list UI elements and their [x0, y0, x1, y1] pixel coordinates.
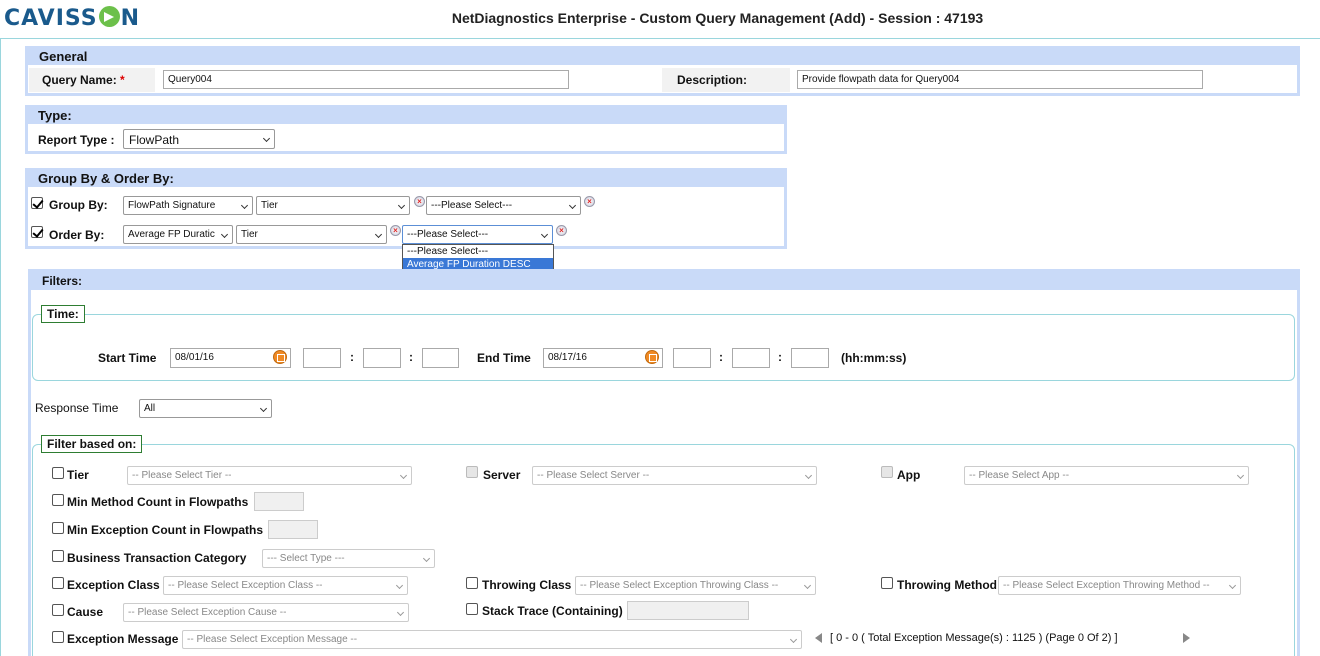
tier-select[interactable]: -- Please Select Tier -- — [127, 466, 412, 485]
start-calendar-icon[interactable] — [273, 350, 287, 364]
throwing-class-checkbox[interactable] — [466, 577, 478, 589]
exception-message-checkbox[interactable] — [52, 631, 64, 643]
exception-class-label: Exception Class — [67, 578, 160, 592]
filter-based-legend: Filter based on: — [41, 435, 143, 453]
group-by-remove-icon-2[interactable]: × — [584, 196, 595, 207]
stack-trace-input[interactable] — [627, 601, 749, 620]
order-by-select-1[interactable]: Average FP Duratic — [123, 225, 233, 244]
min-exception-checkbox[interactable] — [52, 522, 64, 534]
group-by-select-2[interactable]: Tier — [256, 196, 410, 215]
time-separator: : — [409, 350, 413, 364]
order-by-select-2[interactable]: Tier — [236, 225, 387, 244]
cause-label: Cause — [67, 605, 104, 619]
dropdown-option-please-select[interactable]: ---Please Select--- — [403, 245, 553, 258]
group-by-select-1[interactable]: FlowPath Signature — [123, 196, 253, 215]
end-hour-input[interactable] — [673, 348, 711, 368]
group-by-checkbox[interactable] — [31, 197, 43, 209]
min-method-checkbox[interactable] — [52, 494, 64, 506]
server-checkbox[interactable] — [466, 466, 478, 478]
btc-select[interactable]: --- Select Type --- — [262, 549, 435, 568]
tier-label: Tier — [67, 468, 89, 482]
type-header: Type: — [28, 108, 784, 124]
pager-prev-icon[interactable] — [815, 633, 822, 643]
time-legend: Time: — [41, 305, 85, 323]
query-name-label-text: Query Name: — [42, 73, 117, 87]
throwing-method-checkbox[interactable] — [881, 577, 893, 589]
order-by-label: Order By: — [49, 228, 105, 242]
end-minute-input[interactable] — [732, 348, 770, 368]
order-by-checkbox[interactable] — [31, 226, 43, 238]
stack-trace-label: Stack Trace (Containing) — [482, 604, 623, 618]
app-label: App — [897, 468, 921, 482]
time-separator: : — [350, 350, 354, 364]
btc-label: Business Transaction Category — [67, 551, 247, 565]
stack-trace-checkbox[interactable] — [466, 603, 478, 615]
tier-checkbox[interactable] — [52, 467, 64, 479]
description-label: Description: — [677, 73, 748, 87]
group-order-header: Group By & Order By: — [28, 171, 784, 187]
query-name-input[interactable]: Query004 — [163, 70, 569, 89]
order-by-remove-icon[interactable]: × — [390, 225, 401, 236]
description-input[interactable]: Provide flowpath data for Query004 — [797, 70, 1203, 89]
response-time-select[interactable]: All — [139, 399, 272, 418]
throwing-class-select[interactable]: -- Please Select Exception Throwing Clas… — [575, 576, 816, 595]
group-by-remove-icon[interactable]: × — [414, 196, 425, 207]
query-name-label: Query Name: * — [42, 73, 125, 87]
end-calendar-icon[interactable] — [645, 350, 659, 364]
order-by-select-3[interactable]: ---Please Select--- — [402, 225, 553, 244]
required-mark: * — [120, 73, 125, 87]
app-select[interactable]: -- Please Select App -- — [964, 466, 1249, 485]
min-exception-input[interactable] — [268, 520, 318, 539]
btc-checkbox[interactable] — [52, 550, 64, 562]
min-method-input[interactable] — [254, 492, 304, 511]
header-divider — [0, 38, 1320, 39]
page-title: NetDiagnostics Enterprise - Custom Query… — [451, 10, 984, 26]
start-minute-input[interactable] — [363, 348, 401, 368]
start-time-label: Start Time — [98, 351, 157, 365]
exception-class-checkbox[interactable] — [52, 577, 64, 589]
throwing-method-select[interactable]: -- Please Select Exception Throwing Meth… — [998, 576, 1241, 595]
exception-message-label: Exception Message — [67, 632, 179, 646]
time-separator: : — [719, 350, 723, 364]
app-checkbox[interactable] — [881, 466, 893, 478]
cause-select[interactable]: -- Please Select Exception Cause -- — [123, 603, 409, 622]
server-select[interactable]: -- Please Select Server -- — [532, 466, 817, 485]
exception-message-select[interactable]: -- Please Select Exception Message -- — [182, 630, 802, 649]
time-format-label: (hh:mm:ss) — [841, 351, 907, 365]
report-type-label: Report Type : — [38, 133, 115, 147]
response-time-label: Response Time — [35, 401, 119, 415]
throwing-method-label: Throwing Method — [897, 578, 997, 592]
time-separator: : — [778, 350, 782, 364]
group-by-select-3[interactable]: ---Please Select--- — [426, 196, 581, 215]
general-header: General — [28, 49, 1297, 65]
throwing-class-label: Throwing Class — [482, 578, 572, 592]
group-by-label: Group By: — [49, 198, 108, 212]
left-border — [0, 38, 1, 656]
start-second-input[interactable] — [422, 348, 459, 368]
start-hour-input[interactable] — [303, 348, 341, 368]
pager-next-icon[interactable] — [1183, 633, 1190, 643]
report-type-select[interactable]: FlowPath — [123, 129, 275, 149]
order-by-remove-icon-2[interactable]: × — [556, 225, 567, 236]
end-second-input[interactable] — [791, 348, 829, 368]
filters-header: Filters: — [31, 272, 1297, 290]
end-time-label: End Time — [477, 351, 531, 365]
exception-class-select[interactable]: -- Please Select Exception Class -- — [163, 576, 408, 595]
min-exception-label: Min Exception Count in Flowpaths — [67, 523, 263, 537]
server-label: Server — [483, 468, 521, 482]
cause-checkbox[interactable] — [52, 604, 64, 616]
min-method-label: Min Method Count in Flowpaths — [67, 495, 249, 509]
pager-text: [ 0 - 0 ( Total Exception Message(s) : 1… — [830, 632, 1118, 644]
